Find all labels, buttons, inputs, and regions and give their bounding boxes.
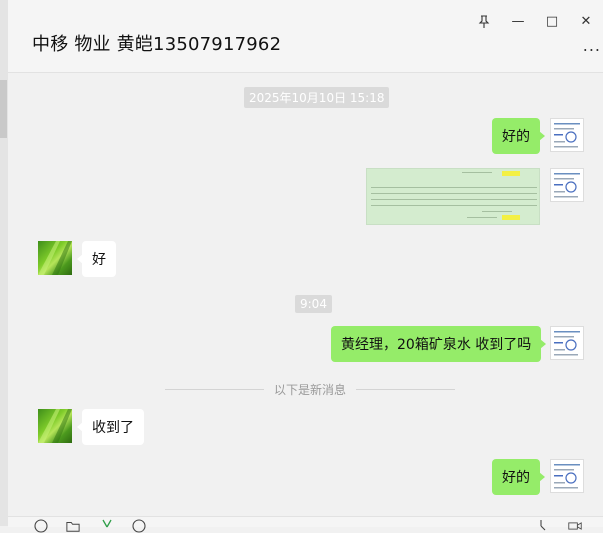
close-icon: ✕ [580, 13, 592, 29]
new-messages-label: 以下是新消息 [274, 382, 347, 397]
my-avatar[interactable] [550, 326, 584, 360]
pin-icon [478, 14, 490, 28]
voice-call-icon[interactable] [536, 519, 550, 533]
new-messages-divider: 以下是新消息 [165, 381, 456, 397]
my-avatar[interactable] [550, 118, 584, 152]
chat-title: 中移 物业 黄皑13507917962 [32, 34, 282, 55]
window-controls: — □ ✕ [467, 10, 603, 32]
their-message-bubble[interactable]: 收到了 [77, 409, 144, 445]
scrollbar-thumb[interactable] [0, 80, 7, 138]
maximize-icon: □ [545, 13, 559, 29]
avatar-image [38, 409, 72, 443]
spreadsheet-image-message[interactable] [366, 168, 540, 225]
chat-header: — □ ✕ 中移 物业 黄皑13507917962 ... [8, 0, 603, 73]
my-avatar[interactable] [550, 459, 584, 493]
avatar-image [554, 464, 580, 489]
left-panel-edge [0, 0, 8, 526]
message-timestamp: 9:04 [295, 295, 332, 313]
avatar-image [38, 241, 72, 275]
chat-history-icon[interactable] [132, 519, 146, 533]
their-message-bubble[interactable]: 好 [77, 241, 116, 277]
my-avatar[interactable] [550, 168, 584, 202]
avatar-image [554, 123, 580, 148]
input-toolbar [8, 516, 603, 533]
my-message-bubble[interactable]: 黄经理，20箱矿泉水 收到了吗 [331, 326, 547, 362]
more-options-icon[interactable]: ... [583, 36, 601, 55]
folder-icon[interactable] [66, 519, 80, 533]
scissors-icon[interactable] [100, 519, 114, 533]
maximize-button[interactable]: □ [535, 10, 569, 32]
my-message-bubble[interactable]: 好的 [492, 118, 545, 154]
pin-button[interactable] [467, 10, 501, 32]
contact-avatar[interactable] [38, 241, 72, 275]
minimize-icon: — [511, 13, 525, 29]
message-timestamp: 2025年10月10日 15:18 [244, 87, 390, 108]
emoji-icon[interactable] [34, 519, 48, 533]
minimize-button[interactable]: — [501, 10, 535, 32]
contact-avatar[interactable] [38, 409, 72, 443]
close-button[interactable]: ✕ [569, 10, 603, 32]
avatar-image [554, 173, 580, 198]
video-call-icon[interactable] [568, 519, 582, 533]
my-message-bubble[interactable]: 好的 [492, 459, 545, 495]
avatar-image [554, 331, 580, 356]
